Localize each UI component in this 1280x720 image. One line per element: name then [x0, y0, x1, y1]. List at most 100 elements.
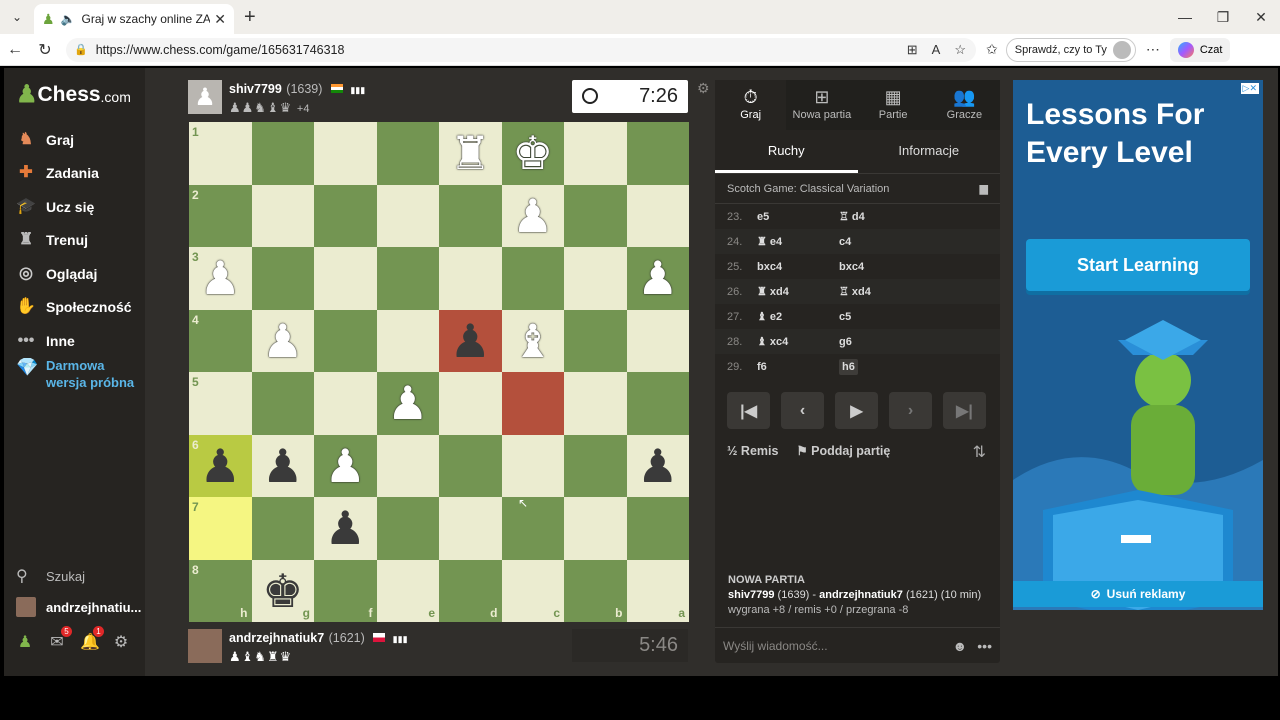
black-move[interactable]: ♖ xd4	[839, 285, 929, 298]
subtab-informacje[interactable]: Informacje	[858, 130, 1001, 173]
square-e1[interactable]	[376, 122, 439, 185]
square-d6[interactable]	[439, 434, 502, 497]
white-bishop-icon[interactable]: ♝	[512, 318, 553, 364]
square-c7[interactable]	[501, 497, 564, 560]
square-e4[interactable]	[376, 309, 439, 372]
square-a6[interactable]: ♟	[626, 434, 689, 497]
favorites-icon[interactable]: ✩	[986, 41, 998, 58]
top-player-name[interactable]: shiv7799	[229, 82, 282, 96]
black-pawn-icon[interactable]: ♟	[325, 505, 366, 551]
square-b3[interactable]	[564, 247, 627, 310]
book-icon[interactable]: ▆	[980, 182, 988, 195]
resign-button[interactable]: ⚑ Poddaj partię	[796, 443, 890, 458]
messages-icon[interactable]: ✉ 5	[48, 626, 72, 652]
square-a4[interactable]	[626, 309, 689, 372]
tab-graj[interactable]: ⏱ Graj	[715, 80, 787, 130]
first-move-icon[interactable]: |◀	[727, 392, 770, 429]
tab-nowa-partia[interactable]: ⊞ Nowa partia	[786, 80, 857, 130]
square-c1[interactable]: ♚	[501, 122, 564, 185]
black-move[interactable]: h6	[839, 358, 929, 375]
white-pawn-icon[interactable]: ♟	[262, 318, 303, 364]
tab-partie[interactable]: ▦ Partie	[858, 80, 929, 130]
square-h4[interactable]: 4	[189, 309, 252, 372]
last-move-icon[interactable]: ▶|	[943, 392, 986, 429]
new-tab-icon[interactable]: +	[244, 6, 256, 29]
white-move[interactable]: bxc4	[757, 261, 839, 273]
white-pawn-icon[interactable]: ♟	[200, 255, 241, 301]
white-move[interactable]: ♜ xd4	[757, 285, 839, 298]
square-d1[interactable]: ♜	[439, 122, 502, 185]
square-c2[interactable]: ♟	[501, 184, 564, 247]
sidebar-item-zadania[interactable]: ✚ Zadania	[16, 157, 132, 191]
chess-logo[interactable]: ♟ Chess .com	[16, 80, 131, 109]
free-trial-promo[interactable]: 💎 Darmowa wersja próbna	[16, 357, 136, 391]
white-move[interactable]: ♝ xc4	[757, 335, 839, 348]
square-e5[interactable]: ♟	[376, 372, 439, 435]
bottom-player-name[interactable]: andrzejhnatiuk7	[229, 631, 324, 645]
square-b4[interactable]	[564, 309, 627, 372]
subtab-ruchy[interactable]: Ruchy	[715, 130, 858, 173]
square-c4[interactable]: ♝	[501, 309, 564, 372]
square-a1[interactable]	[626, 122, 689, 185]
url-field[interactable]: 🔒 https://www.chess.com/game/16563174631…	[66, 37, 976, 62]
square-e8[interactable]: e	[376, 559, 439, 622]
square-b8[interactable]: b	[564, 559, 627, 622]
square-h1[interactable]: 1	[189, 122, 252, 185]
black-move[interactable]: c5	[839, 311, 929, 323]
square-f2[interactable]	[314, 184, 377, 247]
square-f8[interactable]: f	[314, 559, 377, 622]
square-d7[interactable]	[439, 497, 502, 560]
app-icon[interactable]: ⊞	[907, 42, 918, 58]
white-move[interactable]: e5	[757, 211, 839, 223]
square-g6[interactable]: ♟	[251, 434, 314, 497]
white-pawn-icon[interactable]: ♟	[387, 380, 428, 426]
square-g4[interactable]: ♟	[251, 309, 314, 372]
square-b2[interactable]	[564, 184, 627, 247]
chat-input[interactable]: Wyślij wiadomość...	[723, 639, 828, 653]
draw-button[interactable]: ½ Remis	[727, 444, 778, 458]
square-f3[interactable]	[314, 247, 377, 310]
close-tab-icon[interactable]: ✕	[214, 11, 226, 28]
square-a2[interactable]	[626, 184, 689, 247]
sidebar-item-ogladaj[interactable]: ◎ Oglądaj	[16, 257, 132, 291]
square-f5[interactable]	[314, 372, 377, 435]
black-pawn-icon[interactable]: ♟	[262, 443, 303, 489]
square-d4[interactable]: ♟	[439, 309, 502, 372]
square-b6[interactable]	[564, 434, 627, 497]
square-g5[interactable]	[251, 372, 314, 435]
square-h5[interactable]: 5	[189, 372, 252, 435]
black-move[interactable]: g6	[839, 336, 929, 348]
square-f4[interactable]	[314, 309, 377, 372]
square-h7[interactable]: 7	[189, 497, 252, 560]
close-window-icon[interactable]: ✕	[1242, 0, 1280, 34]
white-king-icon[interactable]: ♚	[512, 130, 553, 176]
black-move[interactable]: c4	[839, 236, 929, 248]
square-d2[interactable]	[439, 184, 502, 247]
white-move[interactable]: ♝ e2	[757, 310, 839, 323]
square-d5[interactable]	[439, 372, 502, 435]
board-settings-icon[interactable]: ⚙	[697, 80, 710, 97]
sidebar-item-trenuj[interactable]: ♜ Trenuj	[16, 224, 132, 258]
square-b7[interactable]	[564, 497, 627, 560]
tab-list-icon[interactable]: ⌄	[6, 6, 28, 28]
back-icon[interactable]: ←	[0, 41, 30, 59]
favorite-icon[interactable]: ☆	[954, 42, 966, 58]
flip-board-icon[interactable]: ⇅	[973, 442, 986, 462]
profile-button[interactable]: Sprawdź, czy to Ty	[1005, 37, 1136, 62]
opening-name[interactable]: Scotch Game: Classical Variation	[727, 183, 889, 195]
square-b1[interactable]	[564, 122, 627, 185]
more-menu-icon[interactable]: ⋯	[1146, 41, 1160, 58]
sidebar-item-graj[interactable]: ♞ Graj	[16, 123, 132, 157]
square-h6[interactable]: 6 ♟	[189, 434, 252, 497]
play-icon[interactable]: ▶	[835, 392, 878, 429]
square-e6[interactable]	[376, 434, 439, 497]
square-e3[interactable]	[376, 247, 439, 310]
browser-tab[interactable]: ♟ 🔈 Graj w szachy online ZA DARMO ✕	[34, 4, 234, 34]
minimize-icon[interactable]: —	[1166, 0, 1204, 34]
black-move[interactable]: bxc4	[839, 261, 929, 273]
white-pawn-icon[interactable]: ♟	[325, 443, 366, 489]
friends-icon[interactable]: ♟	[16, 632, 34, 652]
sidebar-search[interactable]: ⚲ Szukaj	[16, 566, 85, 586]
square-a5[interactable]	[626, 372, 689, 435]
prev-move-icon[interactable]: ‹	[781, 392, 824, 429]
